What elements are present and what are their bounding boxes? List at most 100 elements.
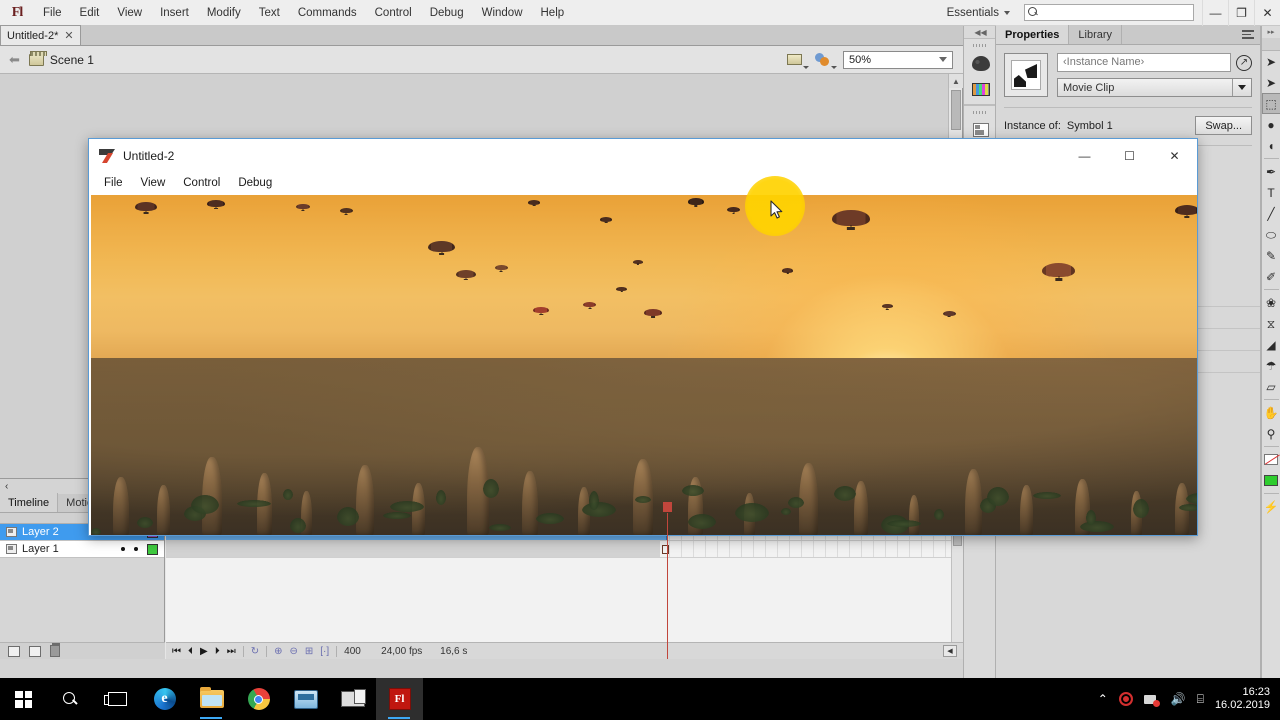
edit-symbol-icon[interactable]: ↗ — [1236, 54, 1252, 71]
taskbar-remote-desktop[interactable] — [282, 678, 329, 720]
tool-selection[interactable]: ➤ — [1262, 51, 1280, 72]
tool-eraser[interactable]: ▱ — [1262, 376, 1280, 397]
menu-modify[interactable]: Modify — [198, 0, 250, 26]
volume-icon[interactable]: 🔊 — [1171, 692, 1186, 706]
snap-to-objects-button[interactable]: ⚡ — [1262, 496, 1280, 517]
modify-onion-markers-icon[interactable]: [·] — [320, 646, 329, 657]
layer-name-label[interactable]: Layer 2 — [22, 526, 59, 538]
menu-file[interactable]: File — [34, 0, 71, 26]
clock[interactable]: 16:23 16.02.2019 — [1215, 686, 1270, 712]
tool-paint-bucket[interactable]: ◢ — [1262, 334, 1280, 355]
menu-edit[interactable]: Edit — [71, 0, 109, 26]
player-menu-debug[interactable]: Debug — [229, 173, 281, 194]
scroll-up-icon[interactable]: ▲ — [949, 74, 963, 88]
player-menu-view[interactable]: View — [132, 173, 175, 194]
taskbar-flash[interactable]: Fl — [376, 678, 423, 720]
menu-insert[interactable]: Insert — [151, 0, 198, 26]
player-menu-file[interactable]: File — [95, 173, 132, 194]
start-button[interactable] — [0, 678, 47, 720]
menu-text[interactable]: Text — [250, 0, 289, 26]
menu-window[interactable]: Window — [473, 0, 532, 26]
onion-skin-outlines-icon[interactable]: ⊖ — [289, 646, 297, 657]
taskbar-search-button[interactable] — [47, 678, 94, 720]
tool-subselection[interactable]: ➤ — [1262, 72, 1280, 93]
frame-rate-value[interactable]: 24,00 fps — [381, 646, 433, 657]
player-minimize-button[interactable]: — — [1062, 139, 1107, 173]
tool-hand[interactable]: ✋ — [1262, 402, 1280, 423]
goto-last-frame-icon[interactable]: ⏭ — [227, 646, 236, 657]
color-panel-button[interactable] — [964, 50, 997, 76]
instance-name-input[interactable]: ‹Instance Name› — [1057, 53, 1231, 72]
taskbar-keyboard-app[interactable] — [329, 678, 376, 720]
layer-outline-swatch[interactable] — [147, 543, 158, 555]
tool-oval[interactable]: ⬭ — [1262, 224, 1280, 245]
panel-grip-icon[interactable] — [964, 41, 995, 50]
swap-button[interactable]: Swap... — [1195, 116, 1252, 135]
taskbar-file-explorer[interactable] — [188, 678, 235, 720]
player-menu-control[interactable]: Control — [174, 173, 229, 194]
panel-grip-icon[interactable] — [964, 108, 995, 117]
scrollbar-thumb[interactable] — [951, 90, 961, 130]
loop-playback-icon[interactable]: ↻ — [251, 646, 259, 657]
tool-pen[interactable]: ✒ — [1262, 161, 1280, 182]
lock-layer-toggle[interactable] — [121, 547, 125, 551]
stroke-color-swatch[interactable] — [1262, 449, 1280, 470]
frame-span[interactable] — [166, 541, 660, 557]
minimize-button[interactable]: — — [1202, 0, 1228, 26]
tool-line[interactable]: ╱ — [1262, 203, 1280, 224]
tool-zoom[interactable]: ⚲ — [1262, 423, 1280, 444]
onion-skin-icon[interactable]: ⊕ — [274, 646, 282, 657]
play-icon[interactable]: ▶ — [200, 646, 208, 657]
timeline-vertical-scrollbar[interactable] — [951, 524, 963, 642]
symbol-type-select[interactable]: Movie Clip — [1057, 78, 1252, 97]
player-titlebar[interactable]: Untitled-2 — ☐ ✕ — [89, 139, 1197, 173]
tab-timeline[interactable]: Timeline — [0, 493, 59, 512]
new-layer-icon[interactable] — [8, 645, 20, 657]
taskbar-edge[interactable]: e — [141, 678, 188, 720]
delete-layer-icon[interactable] — [50, 643, 60, 657]
menu-control[interactable]: Control — [366, 0, 421, 26]
help-search-input[interactable] — [1024, 4, 1194, 21]
expand-dock-icon[interactable]: ◀◀ — [964, 26, 997, 38]
action-center-icon[interactable]: ⌸ — [1197, 692, 1204, 707]
tool-brush[interactable]: ✐ — [1262, 266, 1280, 287]
player-maximize-button[interactable]: ☐ — [1107, 139, 1152, 173]
document-tab-untitled2[interactable]: Untitled-2* ✕ — [0, 25, 81, 45]
layer-name-label[interactable]: Layer 1 — [22, 543, 59, 555]
tool-text[interactable]: T — [1262, 182, 1280, 203]
close-button[interactable]: ✕ — [1254, 0, 1280, 26]
player-stage-canvas[interactable] — [91, 195, 1197, 535]
step-forward-icon[interactable]: ⏵ — [215, 646, 220, 657]
edit-symbols-button[interactable] — [815, 51, 837, 69]
tool-pencil[interactable]: ✎ — [1262, 245, 1280, 266]
goto-first-frame-icon[interactable]: ⏮ — [172, 646, 181, 657]
back-arrow-icon[interactable]: ⬅ — [6, 52, 23, 68]
expand-tools-icon[interactable]: ▸▸ — [1262, 26, 1280, 38]
tool-free-transform[interactable]: ⬚ — [1261, 93, 1280, 114]
scene-label[interactable]: Scene 1 — [50, 53, 94, 67]
task-view-button[interactable] — [94, 678, 141, 720]
tool-3d-rotation[interactable]: ● — [1262, 114, 1280, 135]
taskbar-chrome[interactable] — [235, 678, 282, 720]
network-icon[interactable] — [1143, 693, 1160, 707]
tool-deco[interactable]: ❀ — [1262, 292, 1280, 313]
step-back-icon[interactable]: ⏴ — [188, 646, 193, 657]
edit-scene-button[interactable] — [787, 51, 809, 69]
edit-multiple-frames-icon[interactable]: ⊞ — [305, 646, 313, 657]
new-folder-icon[interactable] — [29, 645, 41, 657]
screen-recorder-icon[interactable] — [1118, 692, 1133, 706]
frame-row-layer-1[interactable] — [166, 541, 963, 558]
player-close-button[interactable]: ✕ — [1152, 139, 1197, 173]
tool-eyedropper[interactable]: ☂ — [1262, 355, 1280, 376]
swatches-panel-button[interactable] — [964, 76, 997, 102]
timeline-scroll-left-icon[interactable]: ◀ — [943, 645, 957, 657]
playhead[interactable] — [663, 502, 672, 659]
tab-properties[interactable]: Properties — [996, 25, 1070, 44]
panel-menu-icon[interactable] — [1242, 30, 1256, 40]
zoom-level-select[interactable]: 50% — [843, 50, 953, 69]
layer-row-layer-1[interactable]: Layer 1 — [0, 541, 164, 558]
close-icon[interactable]: ✕ — [64, 29, 73, 42]
tab-library[interactable]: Library — [1069, 25, 1123, 44]
show-hidden-icons-icon[interactable]: ⌃ — [1098, 692, 1108, 706]
tool-lasso[interactable]: ◖ — [1262, 135, 1280, 156]
